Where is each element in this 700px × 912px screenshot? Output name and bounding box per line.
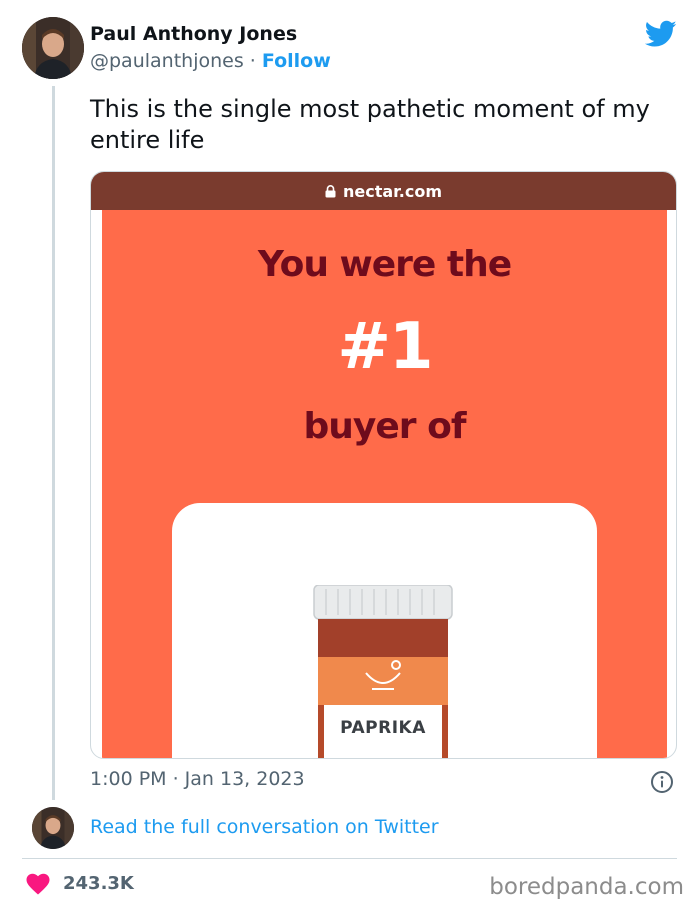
tweet-media[interactable]: nectar.com You were the #1 buyer of PAPR… (90, 171, 677, 759)
heart-icon[interactable] (26, 873, 50, 895)
follow-button[interactable]: Follow (262, 50, 331, 72)
promo-panel: You were the #1 buyer of PAPRIKA (102, 210, 667, 758)
browser-url-bar: nectar.com (91, 172, 676, 210)
promo-headline: You were the (257, 244, 512, 285)
thread-line (52, 86, 55, 800)
browser-url: nectar.com (342, 181, 442, 201)
like-count[interactable]: 243.3K (63, 873, 134, 894)
tweet-text: This is the single most pathetic moment … (90, 95, 650, 154)
author-handle-row: @paulanthjones · Follow (90, 50, 331, 72)
author-handle[interactable]: @paulanthjones (90, 50, 244, 72)
author-avatar-small[interactable] (32, 807, 74, 849)
handle-separator: · (243, 50, 262, 72)
paprika-jar-image: PAPRIKA (310, 585, 456, 758)
promo-subheadline: buyer of (303, 406, 467, 447)
read-conversation-link[interactable]: Read the full conversation on Twitter (90, 816, 439, 838)
author-name[interactable]: Paul Anthony Jones (90, 23, 297, 45)
promo-rank: #1 (337, 310, 433, 384)
info-icon[interactable] (650, 770, 674, 794)
author-avatar[interactable] (22, 17, 84, 79)
product-label: PAPRIKA (340, 718, 426, 738)
lock-icon (325, 184, 336, 197)
divider (22, 858, 677, 859)
tweet-timestamp[interactable]: 1:00 PM · Jan 13, 2023 (90, 768, 305, 790)
twitter-bird-icon[interactable] (645, 20, 677, 48)
product-card: PAPRIKA (172, 503, 597, 758)
avatar-photo (32, 807, 74, 849)
watermark: boredpanda.com (489, 874, 684, 900)
avatar-photo (22, 17, 84, 79)
